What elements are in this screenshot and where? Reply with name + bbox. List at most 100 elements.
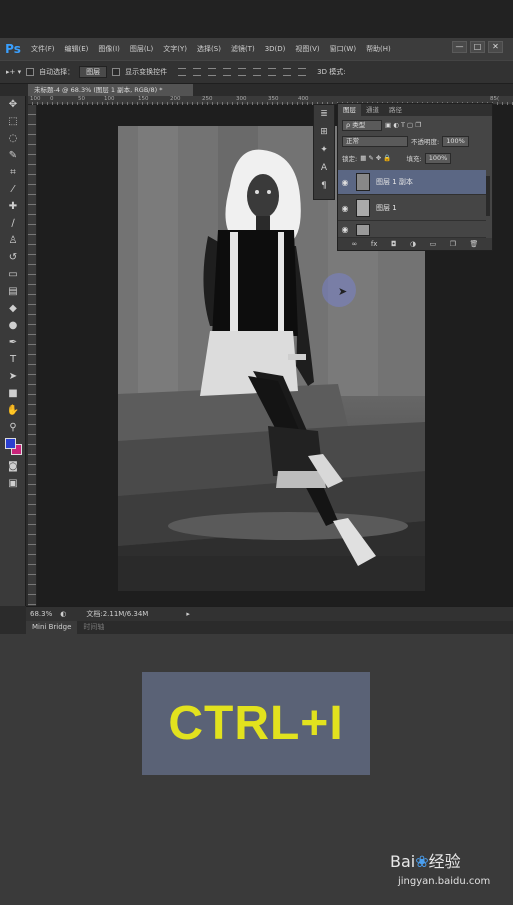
- fx-icon[interactable]: fx: [371, 240, 378, 248]
- lock-icons[interactable]: ▦ ✎ ✥ 🔒: [360, 154, 391, 162]
- opacity-input[interactable]: 100%: [442, 135, 469, 147]
- layer-filter-dropdown[interactable]: ρ 类型: [342, 119, 382, 131]
- menu-file[interactable]: 文件(F): [26, 44, 60, 54]
- show-transform-checkbox[interactable]: [112, 68, 121, 76]
- shape-tool-icon[interactable]: ■: [0, 385, 26, 402]
- quick-mask-icon[interactable]: ◙: [0, 458, 26, 475]
- actions-panel-icon[interactable]: ⊞: [314, 123, 334, 141]
- document-tab[interactable]: 未标题-4 @ 68.3% (图层 1 副本, RGB/8) *: [28, 84, 193, 96]
- paragraph-panel-icon[interactable]: ¶: [314, 177, 334, 195]
- tab-paths[interactable]: 路径: [384, 104, 407, 116]
- tab-mini-bridge[interactable]: Mini Bridge: [26, 621, 78, 634]
- brush-tool-icon[interactable]: ∕: [0, 215, 26, 232]
- status-menu-arrow-icon[interactable]: ▸: [186, 610, 190, 618]
- hand-tool-icon[interactable]: ✋: [0, 402, 26, 419]
- distribute-vcenter-icon[interactable]: [283, 68, 292, 76]
- align-vcenter-icon[interactable]: [193, 68, 202, 76]
- brushes-panel-icon[interactable]: ✦: [314, 141, 334, 159]
- tools-panel: ✥ ⬚ ◌ ✎ ⌗ ⁄ ✚ ∕ ♙ ↺ ▭ ▤ ◆ ● ✒ T ➤ ■ ✋ ⚲ …: [0, 96, 26, 606]
- zoom-tool-icon[interactable]: ⚲: [0, 419, 26, 436]
- menu-image[interactable]: 图像(I): [93, 44, 125, 54]
- maximize-button[interactable]: □: [470, 41, 485, 53]
- path-select-tool-icon[interactable]: ➤: [0, 368, 26, 385]
- marquee-tool-icon[interactable]: ⬚: [0, 113, 26, 130]
- menu-help[interactable]: 帮助(H): [361, 44, 396, 54]
- tab-timeline[interactable]: 时间轴: [77, 621, 110, 634]
- group-icon[interactable]: ▭: [430, 240, 437, 248]
- pen-tool-icon[interactable]: ✒: [0, 334, 26, 351]
- ruler-label: 0: [50, 96, 54, 102]
- close-button[interactable]: ✕: [488, 41, 503, 53]
- menu-filter[interactable]: 滤镜(T): [226, 44, 260, 54]
- eraser-tool-icon[interactable]: ▭: [0, 266, 26, 283]
- crop-tool-icon[interactable]: ⌗: [0, 164, 26, 181]
- layers-scrollbar[interactable]: [486, 176, 490, 216]
- healing-brush-tool-icon[interactable]: ✚: [0, 198, 26, 215]
- trash-icon[interactable]: 🗑: [470, 240, 479, 248]
- foreground-color-swatch[interactable]: [5, 438, 16, 449]
- zoom-level[interactable]: 68.3%: [30, 610, 52, 618]
- fill-input[interactable]: 100%: [424, 152, 452, 164]
- lasso-tool-icon[interactable]: ◌: [0, 130, 26, 147]
- menu-edit[interactable]: 编辑(E): [60, 44, 94, 54]
- layer-row-1[interactable]: ◉ 图层 1: [338, 196, 486, 221]
- filter-icons[interactable]: ▣ ◐ T ▢ ❐: [385, 121, 421, 129]
- character-panel-icon[interactable]: A: [314, 159, 334, 177]
- align-top-icon[interactable]: [178, 68, 187, 76]
- visibility-eye-icon[interactable]: ◉: [338, 204, 352, 213]
- adjustment-icon[interactable]: ◑: [410, 240, 416, 248]
- distribute-bottom-icon[interactable]: [298, 68, 307, 76]
- ruler-label: 400: [298, 96, 309, 102]
- align-left-icon[interactable]: [223, 68, 232, 76]
- eyedropper-tool-icon[interactable]: ⁄: [0, 181, 26, 198]
- distribute-top-icon[interactable]: [268, 68, 277, 76]
- move-tool-preset[interactable]: ▸+ ▾: [6, 68, 21, 76]
- align-right-icon[interactable]: [253, 68, 262, 76]
- options-bar: ▸+ ▾ 自动选择： 图层 显示变换控件 3D 模式:: [0, 60, 513, 84]
- 3d-mode-label: 3D 模式:: [317, 68, 346, 76]
- status-info-icon[interactable]: ◐: [60, 610, 66, 618]
- panel-icon-strip: ≣ ⊞ ✦ A ¶: [313, 104, 335, 200]
- type-tool-icon[interactable]: T: [0, 351, 26, 368]
- minimize-button[interactable]: —: [452, 41, 467, 53]
- menu-layer[interactable]: 图层(L): [125, 44, 158, 54]
- menu-type[interactable]: 文字(Y): [158, 44, 192, 54]
- watermark-url: jingyan.baidu.com: [398, 876, 491, 887]
- menu-3d[interactable]: 3D(D): [260, 45, 291, 53]
- move-tool-icon[interactable]: ✥: [0, 96, 26, 113]
- history-panel-icon[interactable]: ≣: [314, 105, 334, 123]
- mask-icon[interactable]: ◘: [391, 240, 397, 248]
- history-brush-tool-icon[interactable]: ↺: [0, 249, 26, 266]
- tab-layers[interactable]: 图层: [338, 104, 361, 116]
- layer-row-copy[interactable]: ◉ 图层 1 副本: [338, 170, 486, 195]
- gradient-tool-icon[interactable]: ▤: [0, 283, 26, 300]
- ruler-label: 200: [170, 96, 181, 102]
- menu-window[interactable]: 窗口(W): [325, 44, 361, 54]
- bottom-panel-tabs: Mini Bridge 时间轴: [26, 621, 513, 634]
- blur-tool-icon[interactable]: ◆: [0, 300, 26, 317]
- visibility-eye-icon[interactable]: ◉: [338, 225, 352, 234]
- clone-stamp-tool-icon[interactable]: ♙: [0, 232, 26, 249]
- vertical-ruler[interactable]: [28, 105, 37, 606]
- auto-select-checkbox[interactable]: [26, 68, 35, 76]
- baidu-jingyan-watermark: Bai❀经验 jingyan.baidu.com: [390, 848, 508, 894]
- layer-row-partial[interactable]: ◉: [338, 222, 486, 238]
- screen-mode-icon[interactable]: ▣: [0, 475, 26, 492]
- link-icon[interactable]: ∞: [352, 240, 358, 248]
- align-hcenter-icon[interactable]: [238, 68, 247, 76]
- visibility-eye-icon[interactable]: ◉: [338, 178, 352, 187]
- align-bottom-icon[interactable]: [208, 68, 217, 76]
- tab-channels[interactable]: 通道: [361, 104, 384, 116]
- menu-view[interactable]: 视图(V): [290, 44, 324, 54]
- panel-tabs: 图层 通道 路径: [338, 104, 492, 116]
- dodge-tool-icon[interactable]: ●: [0, 317, 26, 334]
- blend-mode-dropdown[interactable]: 正常: [342, 135, 408, 147]
- layer-thumbnail: [356, 199, 370, 217]
- menu-select[interactable]: 选择(S): [192, 44, 226, 54]
- new-layer-icon[interactable]: ❐: [450, 240, 456, 248]
- color-swatches[interactable]: [0, 436, 25, 458]
- quick-select-tool-icon[interactable]: ✎: [0, 147, 26, 164]
- fill-label: 填充:: [406, 155, 422, 163]
- layer-thumbnail: [356, 223, 370, 236]
- auto-select-dropdown[interactable]: 图层: [79, 66, 108, 78]
